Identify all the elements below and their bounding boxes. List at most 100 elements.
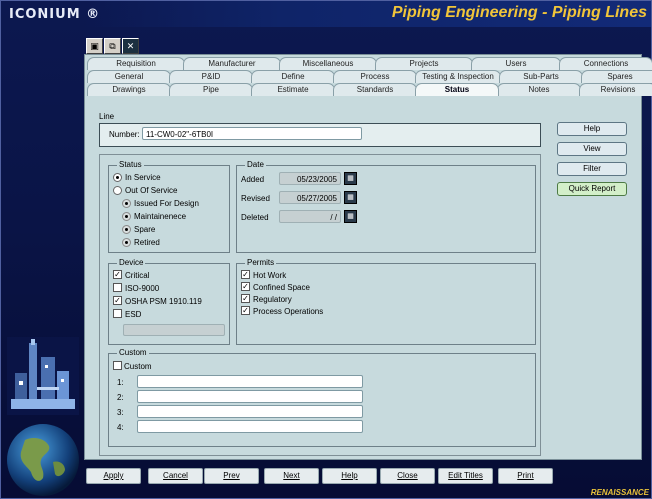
cancel-label: Cancel [163,471,188,480]
custom-field-2-input[interactable] [137,390,363,403]
help-button[interactable]: Help [322,468,377,484]
permits-group-title: Permits [245,258,277,267]
esd-detail-field[interactable] [123,324,225,336]
custom-checkbox[interactable] [113,361,122,370]
tab-manufacturer[interactable]: Manufacturer [183,57,281,70]
in-service-radio[interactable] [113,173,122,182]
confined-space-checkbox[interactable]: ✓ [241,282,250,291]
print-button[interactable]: Print [498,468,553,484]
status-group-title: Status [117,160,144,169]
out-of-service-label: Out Of Service [125,186,178,195]
copy-icon[interactable]: ⧉ [104,38,121,54]
iso-9000-checkbox[interactable] [113,283,122,292]
esd-label: ESD [125,310,142,319]
tab-drawings[interactable]: Drawings [87,83,171,96]
tab-pid[interactable]: P&ID [169,70,253,83]
deleted-calendar-icon[interactable]: ▦ [344,210,357,223]
revised-calendar-icon[interactable]: ▦ [344,191,357,204]
confined-space-label: Confined Space [253,283,310,292]
retired-radio[interactable] [122,238,131,247]
critical-checkbox[interactable]: ✓ [113,270,122,279]
close-icon[interactable]: ✕ [122,38,139,54]
tab-users[interactable]: Users [471,57,561,70]
maintenance-radio[interactable] [122,212,131,221]
process-operations-checkbox[interactable]: ✓ [241,306,250,315]
tab-standards[interactable]: Standards [333,83,417,96]
revised-date-field[interactable]: 05/27/2005 [279,191,341,204]
issued-for-design-radio[interactable] [122,199,131,208]
critical-label: Critical [125,271,150,280]
globe-icon [7,424,79,496]
tab-connections[interactable]: Connections [559,57,652,70]
deleted-date-field[interactable]: / / [279,210,341,223]
permits-group: Permits ✓ Hot Work ✓ Confined Space ✓ Re… [236,258,536,345]
window-toolbar: ▣ ⧉ ✕ [86,38,139,54]
tab-revisions[interactable]: Revisions [579,83,652,96]
filter-button[interactable]: Filter [557,162,627,176]
added-calendar-icon[interactable]: ▦ [344,172,357,185]
tab-pipe[interactable]: Pipe [169,83,253,96]
custom-group: Custom Custom 1: 2: 3: 4: [108,348,536,447]
added-date-field[interactable]: 05/23/2005 [279,172,341,185]
apply-button[interactable]: Apply [86,468,141,484]
tab-sub-parts[interactable]: Sub-Parts [499,70,583,83]
line-group: Number: 11-CW0-02"-6TB0I [99,123,541,147]
cancel-button[interactable]: Cancel [148,468,203,484]
tab-testing-inspection[interactable]: Testing & Inspection [415,70,501,83]
hot-work-checkbox[interactable]: ✓ [241,270,250,279]
quick-report-button[interactable]: Quick Report [557,182,627,196]
date-group-title: Date [245,160,266,169]
tab-status[interactable]: Status [415,83,499,96]
form-panel: Requisition Manufacturer Miscellaneous P… [84,54,652,460]
view-button[interactable]: View [557,142,627,156]
open-icon[interactable]: ▣ [86,38,103,54]
issued-for-design-label: Issued For Design [134,199,199,208]
line-number-input[interactable]: 11-CW0-02"-6TB0I [142,127,362,140]
tab-spares[interactable]: Spares [581,70,652,83]
app-logo: ICONIUM ® [9,7,101,22]
iso-9000-label: ISO-9000 [125,284,160,293]
out-of-service-radio[interactable] [113,186,122,195]
tab-estimate[interactable]: Estimate [251,83,335,96]
revised-label: Revised [241,194,270,203]
custom-field-1-input[interactable] [137,375,363,388]
line-group-label: Line [99,112,115,121]
close-button[interactable]: Close [380,468,435,484]
next-label: Next [283,471,300,480]
tab-row-2: General P&ID Define Process Testing & In… [87,70,652,83]
custom-field-3-input[interactable] [137,405,363,418]
tab-define[interactable]: Define [251,70,335,83]
tab-notes[interactable]: Notes [497,83,581,96]
regulatory-checkbox[interactable]: ✓ [241,294,250,303]
added-label: Added [241,175,265,184]
custom-field-4-input[interactable] [137,420,363,433]
help-side-button[interactable]: Help [557,122,627,136]
osha-psm-checkbox[interactable]: ✓ [113,296,122,305]
print-label: Print [517,471,534,480]
custom-group-title: Custom [117,348,149,357]
edit-titles-label: Edit Titles [448,471,483,480]
process-operations-label: Process Operations [253,307,324,316]
tab-projects[interactable]: Projects [375,57,473,70]
osha-psm-label: OSHA PSM 1910.119 [125,297,202,306]
tab-requisition[interactable]: Requisition [87,57,185,70]
custom-check-label: Custom [124,362,152,371]
tab-general[interactable]: General [87,70,171,83]
esd-checkbox[interactable] [113,309,122,318]
tab-process[interactable]: Process [333,70,417,83]
device-group: Device ✓ Critical ISO-9000 ✓ OSHA PSM 19… [108,258,230,345]
apply-label: Apply [103,471,124,480]
tab-row-1: Requisition Manufacturer Miscellaneous P… [87,57,652,70]
spare-label: Spare [134,225,156,234]
in-service-label: In Service [125,173,161,182]
device-group-title: Device [117,258,146,267]
edit-titles-button[interactable]: Edit Titles [438,468,493,484]
plant-icon [7,337,79,415]
help-label: Help [341,471,358,480]
custom-field-2-label: 2: [117,393,124,402]
prev-button[interactable]: Prev [204,468,259,484]
tab-miscellaneous[interactable]: Miscellaneous [279,57,377,70]
next-button[interactable]: Next [264,468,319,484]
deleted-label: Deleted [241,213,269,222]
spare-radio[interactable] [122,225,131,234]
